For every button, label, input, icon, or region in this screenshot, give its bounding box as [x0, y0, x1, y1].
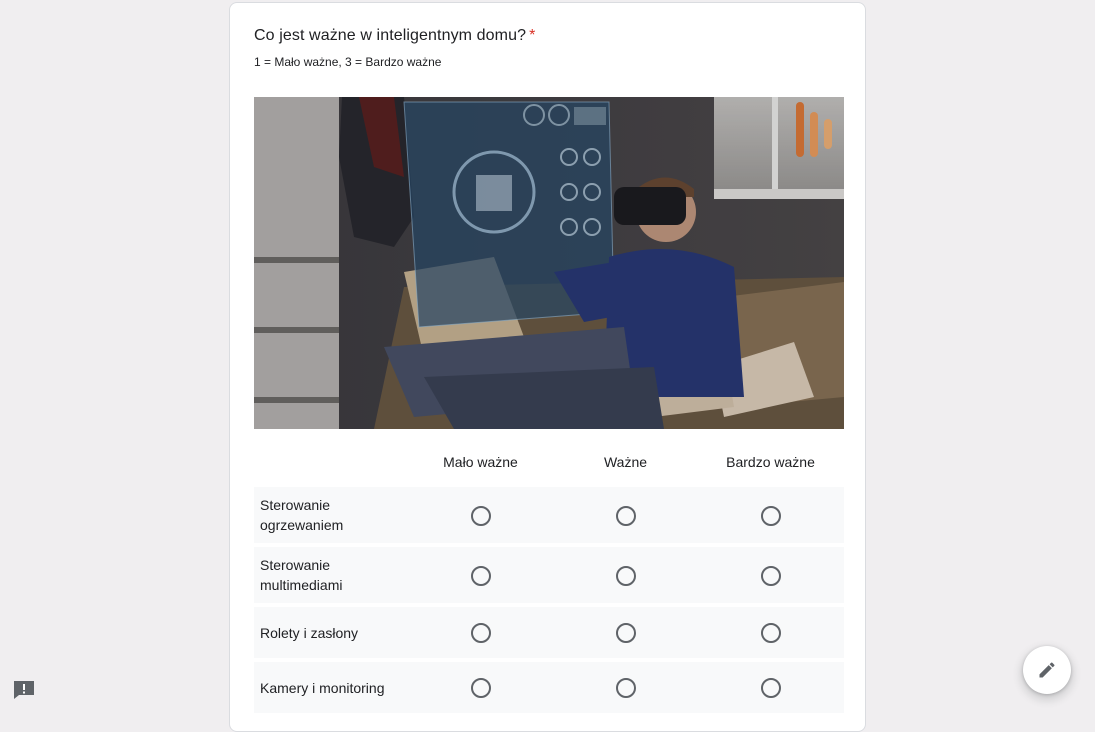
row-label: Kamery i monitoring: [260, 680, 385, 696]
grid-row-kamery: Kamery i monitoring: [254, 662, 844, 713]
radio-rolety-bardzo-wazne[interactable]: [761, 623, 781, 643]
row-label: Sterowanie multimediami: [260, 557, 343, 593]
grid-row-rolety: Rolety i zasłony: [254, 607, 844, 658]
radio-ogrzewanie-wazne[interactable]: [616, 506, 636, 526]
radio-multimedia-bardzo-wazne[interactable]: [761, 566, 781, 586]
vr-photo-illustration: [254, 97, 844, 429]
question-card: Co jest ważne w inteligentnym domu? * 1 =…: [229, 2, 866, 732]
radio-multimedia-malo-wazne[interactable]: [471, 566, 491, 586]
edit-button[interactable]: [1023, 646, 1071, 694]
column-header-malo-wazne: Mało ważne: [443, 454, 518, 470]
radio-rolety-wazne[interactable]: [616, 623, 636, 643]
radio-kamery-malo-wazne[interactable]: [471, 678, 491, 698]
question-description: 1 = Mało ważne, 3 = Bardzo ważne: [254, 55, 442, 69]
feedback-button[interactable]: [13, 680, 35, 700]
radio-ogrzewanie-malo-wazne[interactable]: [471, 506, 491, 526]
row-label: Rolety i zasłony: [260, 625, 359, 641]
pencil-icon: [1039, 662, 1055, 678]
question-title: Co jest ważne w inteligentnym domu? *: [254, 27, 535, 45]
radio-multimedia-wazne[interactable]: [616, 566, 636, 586]
row-label: Sterowanie ogrzewaniem: [260, 497, 344, 533]
radio-kamery-wazne[interactable]: [616, 678, 636, 698]
grid-row-multimedia: Sterowanie multimediami: [254, 547, 844, 603]
question-title-text: Co jest ważne w inteligentnym domu?: [254, 27, 527, 44]
column-header-wazne: Ważne: [603, 454, 648, 470]
feedback-icon: [14, 681, 34, 699]
radio-kamery-bardzo-wazne[interactable]: [761, 678, 781, 698]
required-asterisk: *: [529, 27, 536, 44]
radio-ogrzewanie-bardzo-wazne[interactable]: [761, 506, 781, 526]
column-header-bardzo-wazne: Bardzo ważne: [726, 454, 815, 470]
grid-row-ogrzewanie: Sterowanie ogrzewaniem: [254, 487, 844, 543]
question-image: [254, 97, 844, 429]
radio-rolety-malo-wazne[interactable]: [471, 623, 491, 643]
